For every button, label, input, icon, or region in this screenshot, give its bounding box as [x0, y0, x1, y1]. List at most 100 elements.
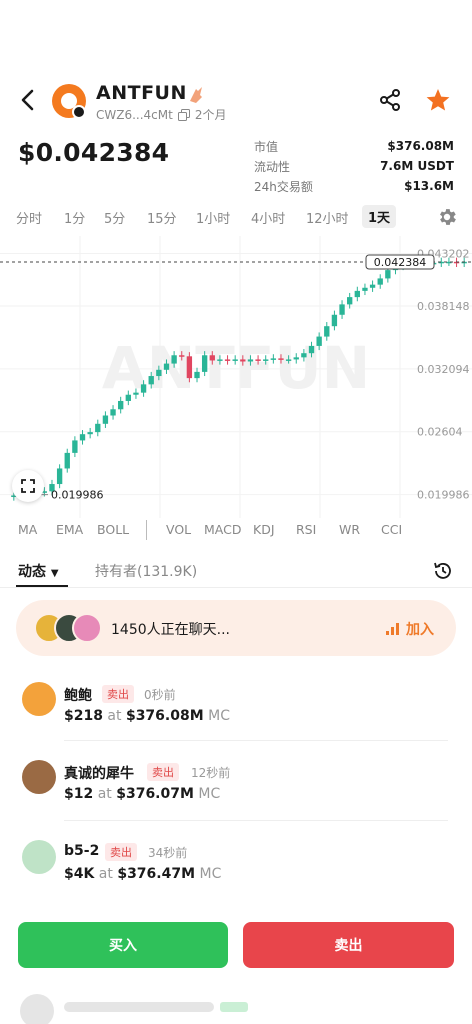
candle: [240, 359, 246, 362]
address-row: CWZ6...4cMt 2个月: [96, 106, 226, 123]
indicator-ema[interactable]: EMA: [56, 522, 83, 537]
indicator-boll[interactable]: BOLL: [97, 522, 129, 537]
trade-time: 34秒前: [148, 846, 188, 860]
chat-banner[interactable]: 1450人正在聊天... 加入: [16, 600, 456, 656]
trader-name: b5-2: [64, 843, 100, 859]
interval-5m[interactable]: 5分: [104, 208, 125, 227]
interval-15m[interactable]: 15分: [147, 208, 177, 227]
candle: [369, 284, 376, 288]
stat-market-cap: 市值 $376.08M: [254, 139, 454, 154]
candle: [110, 409, 116, 416]
candle: [270, 358, 277, 360]
candle: [247, 359, 254, 362]
token-name: ANTFUN: [96, 82, 187, 104]
candle: [179, 355, 185, 357]
token-stats: 市值 $376.08M 流动性 7.6M USDT 24h交易额 $13.6M: [254, 136, 454, 196]
indicator-kdj[interactable]: KDJ: [253, 522, 275, 537]
candle: [255, 359, 261, 361]
trade-detail: $218 at $376.08M MC: [64, 708, 230, 724]
candle: [171, 355, 177, 364]
candle: [224, 359, 231, 361]
trade-detail: $4K at $376.47M MC: [64, 866, 222, 882]
candle: [148, 376, 154, 385]
partially-hidden-trade-item: [20, 994, 260, 1024]
trader-name: 真诚的犀牛: [64, 766, 134, 782]
indicator-macd[interactable]: MACD: [204, 522, 241, 537]
token-price: $0.042384: [18, 138, 170, 167]
interval-1m[interactable]: 1分: [64, 208, 85, 227]
y-tick-label: 0.02604: [417, 426, 463, 439]
candle: [133, 392, 139, 395]
star-icon[interactable]: [424, 86, 452, 114]
trade-item[interactable]: 鲍鲍 卖出 0秒前 $218 at $376.08M MC: [0, 682, 472, 760]
candle: [324, 326, 330, 337]
interval-12h[interactable]: 12小时: [306, 208, 349, 227]
chat-avatar-3: [72, 613, 102, 643]
trade-time: 12秒前: [191, 766, 231, 780]
current-price-label: 0.042384: [374, 256, 427, 269]
indicator-vol[interactable]: VOL: [166, 522, 191, 537]
trade-divider: [64, 740, 448, 741]
join-chat-button[interactable]: 加入: [386, 619, 434, 639]
indicator-divider: [146, 520, 147, 540]
tab-activity[interactable]: 动态 ▼: [18, 561, 59, 581]
y-tick-label: 0.038148: [417, 300, 470, 313]
history-icon[interactable]: [432, 560, 454, 582]
token-address: CWZ6...4cMt: [96, 107, 173, 122]
trade-side-badge: 卖出: [105, 843, 137, 861]
trader-avatar: [22, 760, 56, 794]
token-age: 2个月: [194, 108, 227, 122]
candle: [186, 356, 193, 379]
indicator-wr[interactable]: WR: [339, 522, 360, 537]
indicator-ma[interactable]: MA: [18, 522, 37, 537]
token-header: ANTFUN CWZ6...4cMt 2个月: [0, 80, 472, 123]
candle: [301, 353, 307, 358]
candle: [72, 440, 78, 453]
candle: [209, 355, 215, 361]
signal-bars-icon: [386, 623, 399, 635]
candle: [102, 415, 109, 424]
candle: [163, 363, 170, 370]
candle: [95, 423, 101, 433]
interval-1d[interactable]: 1天: [362, 205, 397, 228]
y-tick-label: 0.032094: [417, 363, 470, 376]
fire-icon: [190, 87, 202, 103]
copy-icon[interactable]: [177, 108, 190, 121]
stat-liquidity: 流动性 7.6M USDT: [254, 159, 454, 174]
candle: [331, 314, 338, 327]
candle: [140, 384, 147, 393]
dropdown-arrow-icon: ▼: [50, 568, 59, 579]
interval-selector: 分时 1分 5分 15分 1小时 4小时 12小时 1天: [0, 204, 472, 230]
gear-icon[interactable]: [436, 206, 458, 228]
trade-detail: $12 at $376.07M MC: [64, 786, 221, 802]
candle: [79, 434, 86, 441]
back-icon[interactable]: [16, 86, 40, 114]
candle: [56, 468, 63, 485]
candle: [156, 369, 162, 377]
stat-24h-volume: 24h交易额 $13.6M: [254, 179, 454, 194]
y-tick-label: 0.019986: [417, 489, 470, 502]
interval-line[interactable]: 分时: [16, 208, 42, 227]
indicator-cci[interactable]: CCI: [381, 522, 402, 537]
trade-side-badge: 卖出: [147, 763, 179, 781]
chain-badge-icon: [72, 105, 86, 119]
candle: [118, 400, 124, 410]
trade-item[interactable]: 真诚的犀牛 卖出 12秒前 $12 at $376.07M MC: [0, 760, 472, 838]
chat-count-text: 1450人正在聊天...: [111, 622, 230, 638]
candle: [308, 345, 315, 354]
candle: [263, 359, 269, 361]
price-chart[interactable]: ANTFUN0.0432020.0381480.0320940.026040.0…: [0, 236, 472, 518]
candle: [385, 270, 391, 279]
trade-item[interactable]: b5-2 卖出 34秒前 $4K at $376.47M MC: [0, 840, 472, 918]
buy-button[interactable]: 买入: [18, 922, 228, 968]
candle: [278, 358, 284, 360]
tab-holders[interactable]: 持有者(131.9K): [95, 561, 197, 581]
fullscreen-button[interactable]: [12, 470, 44, 502]
interval-1h[interactable]: 1小时: [196, 208, 230, 227]
sell-button[interactable]: 卖出: [243, 922, 454, 968]
candle: [293, 357, 299, 360]
share-icon[interactable]: [378, 88, 402, 112]
candle: [87, 432, 93, 435]
interval-4h[interactable]: 4小时: [251, 208, 285, 227]
indicator-rsi[interactable]: RSI: [296, 522, 316, 537]
